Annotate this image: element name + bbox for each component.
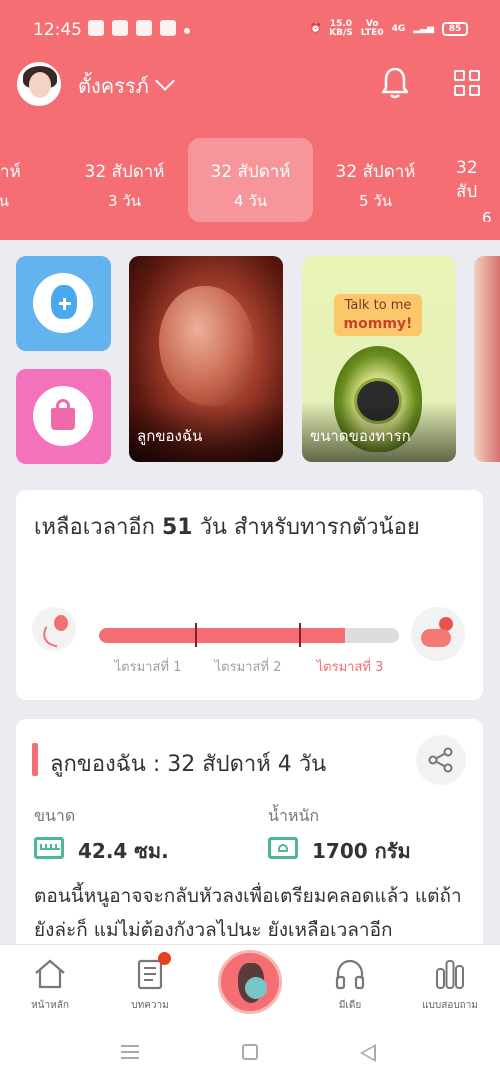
detail-description: ตอนนี้หนูอาจจะกลับหัวลงเพื่อเตรียมคลอดแล… bbox=[34, 885, 462, 941]
back-icon[interactable] bbox=[360, 1044, 376, 1062]
profile-name[interactable]: ตั้งครรภ์ bbox=[78, 70, 149, 102]
my-baby-card[interactable]: ลูกของฉัน bbox=[129, 256, 283, 462]
nav-home-label: หน้าหลัก bbox=[31, 1000, 69, 1011]
weight-value: 1700 กรัม bbox=[312, 839, 411, 863]
next-card-partial[interactable] bbox=[474, 256, 500, 462]
share-icon bbox=[428, 747, 453, 773]
size-label: ขนาด bbox=[34, 806, 76, 825]
baby-size-card[interactable]: Talk to me mommy! ขนาดของทารก bbox=[302, 256, 456, 462]
alarm-icon: ⏰ bbox=[309, 24, 322, 34]
crawling-baby-icon bbox=[411, 607, 465, 661]
pregnancy-center-button[interactable] bbox=[218, 950, 282, 1014]
week-item-active[interactable]: 32 สัปดาห์ 4 วัน bbox=[188, 138, 313, 222]
pregnancy-progress-bar bbox=[99, 628, 399, 643]
notification-badge bbox=[158, 952, 171, 965]
nav-articles-label: บทความ bbox=[131, 1000, 169, 1011]
headphones-icon bbox=[335, 959, 365, 990]
status-bar: 12:45 ⏰ 15.0 KB/S Vo LTE0 4G ▂▃▅ 85 bbox=[0, 0, 500, 60]
trimester-1-label: ไตรมาสที่ 1 bbox=[114, 660, 182, 675]
chevron-down-icon[interactable] bbox=[155, 71, 175, 91]
battery-icon: 85 bbox=[442, 22, 468, 36]
youtube-icon bbox=[112, 20, 128, 36]
heart-icon bbox=[160, 20, 176, 36]
countdown-card: เหลือเวลาอีก 51 วัน สำหรับทารกตัวน้อย ไต… bbox=[16, 490, 483, 700]
size-value: 42.4 ซม. bbox=[78, 839, 169, 863]
nav-quiz[interactable]: แบบสอบถาม bbox=[400, 945, 500, 1025]
week-item[interactable]: 32 สัปดาห์ 3 วัน bbox=[62, 138, 187, 222]
conception-icon bbox=[32, 607, 76, 651]
status-time: 12:45 bbox=[33, 20, 82, 40]
weight-label: น้ำหนัก bbox=[268, 806, 320, 825]
week-selector: ปดาห์ วัน 32 สัปดาห์ 3 วัน 32 สัปดาห์ 4 … bbox=[0, 138, 500, 222]
baby-detail-card: ลูกของฉัน : 32 สัปดาห์ 4 วัน ขนาด 42.4 ซ… bbox=[16, 719, 483, 959]
shopping-bag-icon bbox=[51, 408, 75, 430]
nav-media[interactable]: มีเดีย bbox=[300, 945, 400, 1025]
app-header: 12:45 ⏰ 15.0 KB/S Vo LTE0 4G ▂▃▅ 85 ตั้งคร… bbox=[0, 0, 500, 240]
days-remaining: 51 bbox=[161, 515, 193, 540]
trimester-divider bbox=[299, 623, 301, 647]
recent-apps-icon[interactable] bbox=[121, 1045, 139, 1059]
shopping-tile[interactable] bbox=[16, 369, 111, 464]
status-notification-icons bbox=[88, 20, 190, 36]
week-item[interactable]: 32 สัปดาห์ 5 วัน bbox=[313, 138, 438, 222]
network-speed: 15.0 KB/S bbox=[329, 19, 353, 38]
countdown-text: เหลือเวลาอีก 51 วัน สำหรับทารกตัวน้อย bbox=[34, 515, 420, 540]
baby-size-card-label: ขนาดของทารก bbox=[310, 427, 411, 445]
nav-media-label: มีเดีย bbox=[338, 1000, 362, 1011]
share-button[interactable] bbox=[416, 735, 466, 785]
baby-feet-tile[interactable] bbox=[16, 256, 111, 351]
trimester-2-label: ไตรมาสที่ 2 bbox=[214, 660, 282, 675]
app-notification-icon bbox=[88, 20, 104, 36]
home-square-icon[interactable] bbox=[242, 1044, 258, 1060]
week-item[interactable]: 32 สัป 6 bbox=[438, 138, 500, 222]
signal-indicator: 4G bbox=[391, 23, 406, 34]
detail-title: ลูกของฉัน : 32 สัปดาห์ 4 วัน bbox=[50, 752, 327, 777]
my-baby-card-label: ลูกของฉัน bbox=[137, 427, 203, 445]
volte-indicator: Vo LTE0 bbox=[360, 19, 384, 38]
nav-articles[interactable]: บทความ bbox=[100, 945, 200, 1025]
fetus-image bbox=[159, 286, 254, 406]
trimester-divider bbox=[195, 623, 197, 647]
more-dot-icon bbox=[184, 27, 190, 34]
nav-home[interactable]: หน้าหลัก bbox=[0, 945, 100, 1025]
title-accent-bar bbox=[32, 743, 38, 776]
plus-icon bbox=[59, 298, 71, 310]
tiktok-icon bbox=[136, 20, 152, 36]
grid-icon[interactable] bbox=[454, 70, 480, 96]
nav-quiz-label: แบบสอบถาม bbox=[422, 1000, 478, 1011]
bell-icon[interactable] bbox=[380, 66, 410, 100]
bar-chart-icon bbox=[436, 960, 464, 989]
ruler-icon bbox=[34, 837, 64, 859]
scale-icon bbox=[268, 837, 298, 859]
status-indicators: ⏰ 15.0 KB/S Vo LTE0 4G ▂▃▅ 85 bbox=[310, 20, 468, 38]
speech-bubble: Talk to me mommy! bbox=[334, 294, 422, 336]
signal-bars-icon: ▂▃▅ bbox=[413, 24, 434, 34]
avatar[interactable] bbox=[17, 62, 61, 106]
trimester-3-label: ไตรมาสที่ 3 bbox=[316, 660, 384, 675]
system-navigation-bar bbox=[0, 1024, 500, 1083]
week-item[interactable]: ปดาห์ วัน bbox=[0, 138, 62, 222]
progress-fill bbox=[99, 628, 345, 643]
home-icon bbox=[35, 959, 65, 989]
